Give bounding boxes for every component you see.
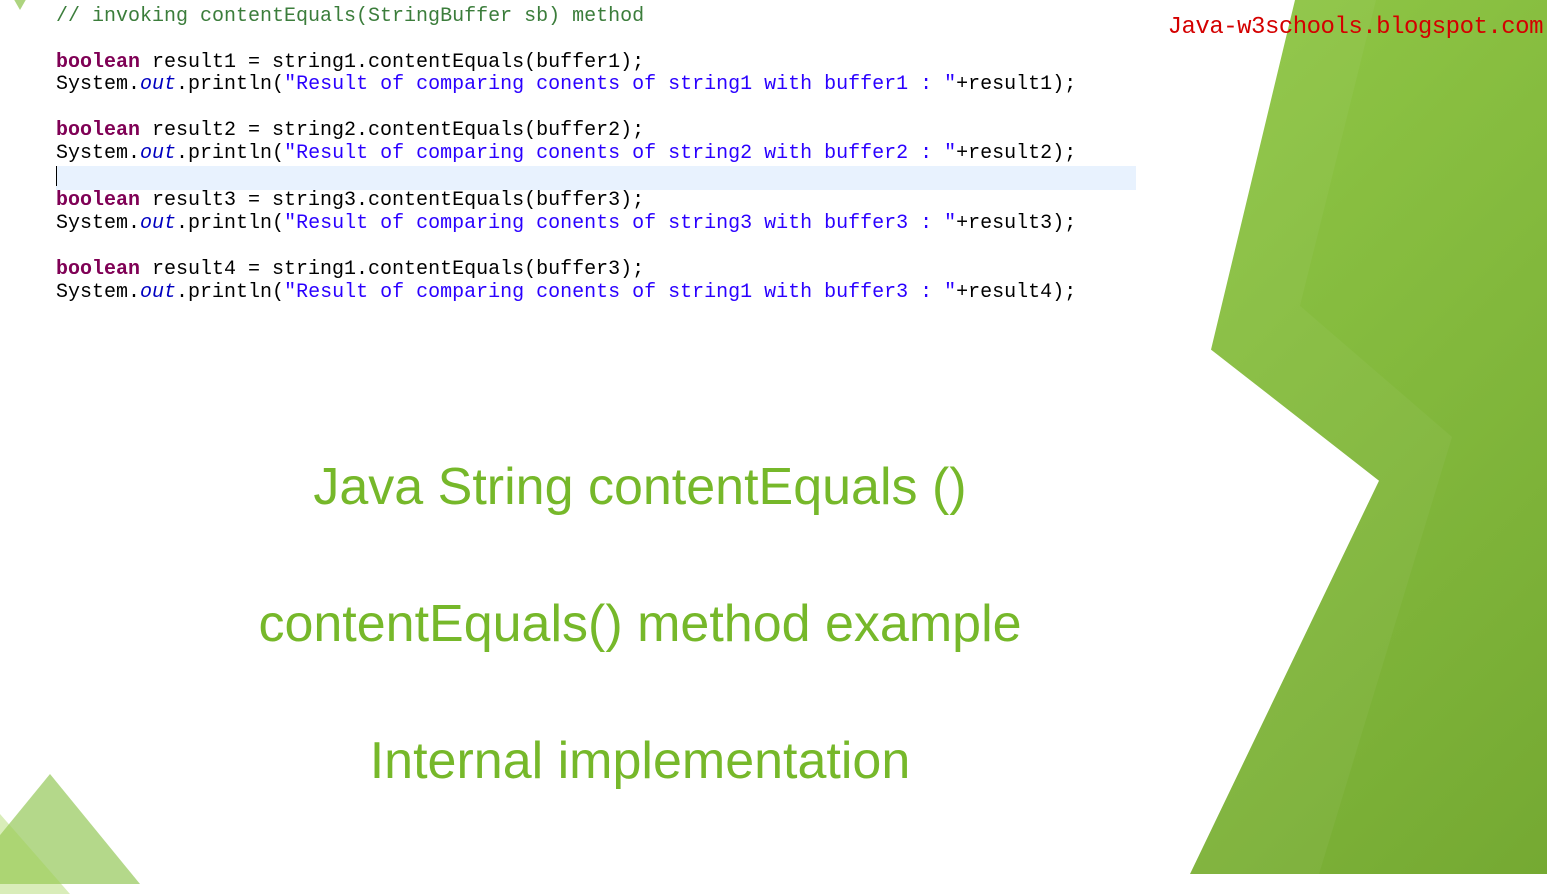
- code-comment: // invoking contentEquals(StringBuffer s…: [56, 5, 644, 28]
- code-text: result4 = string1.contentEquals(buffer3)…: [140, 258, 644, 281]
- code-snippet: // invoking contentEquals(StringBuffer s…: [56, 6, 1136, 304]
- text-cursor-icon: [56, 166, 57, 186]
- code-text: System.: [56, 73, 140, 96]
- keyword-boolean: boolean: [56, 51, 140, 74]
- code-text: +result2);: [956, 142, 1076, 165]
- decor-triangle-bottom-left-2: [0, 814, 70, 894]
- slide-titles: Java String contentEquals () contentEqua…: [0, 455, 1280, 794]
- code-text: System.: [56, 142, 140, 165]
- string-literal: "Result of comparing conents of string2 …: [284, 142, 956, 165]
- keyword-boolean: boolean: [56, 189, 140, 212]
- code-text: result1 = string1.contentEquals(buffer1)…: [140, 51, 644, 74]
- code-text: +result1);: [956, 73, 1076, 96]
- code-text: .println(: [176, 73, 284, 96]
- code-text: .println(: [176, 281, 284, 304]
- code-text: result3 = string3.contentEquals(buffer3)…: [140, 189, 644, 212]
- code-text: .println(: [176, 142, 284, 165]
- field-out: out: [140, 281, 176, 304]
- string-literal: "Result of comparing conents of string1 …: [284, 73, 956, 96]
- keyword-boolean: boolean: [56, 258, 140, 281]
- code-text: System.: [56, 212, 140, 235]
- code-text: +result4);: [956, 281, 1076, 304]
- title-line-1: Java String contentEquals (): [0, 455, 1280, 520]
- watermark-text: Java-w3schools.blogspot.com: [1168, 14, 1543, 41]
- string-literal: "Result of comparing conents of string1 …: [284, 281, 956, 304]
- code-text: result2 = string2.contentEquals(buffer2)…: [140, 119, 644, 142]
- code-text: +result3);: [956, 212, 1076, 235]
- field-out: out: [140, 212, 176, 235]
- keyword-boolean: boolean: [56, 119, 140, 142]
- title-line-3: Internal implementation: [0, 729, 1280, 794]
- code-text: .println(: [176, 212, 284, 235]
- decor-triangle-top-left: [0, 0, 60, 10]
- string-literal: "Result of comparing conents of string3 …: [284, 212, 956, 235]
- editor-cursor-line: [56, 166, 1136, 191]
- code-text: System.: [56, 281, 140, 304]
- field-out: out: [140, 142, 176, 165]
- field-out: out: [140, 73, 176, 96]
- title-line-2: contentEquals() method example: [0, 592, 1280, 657]
